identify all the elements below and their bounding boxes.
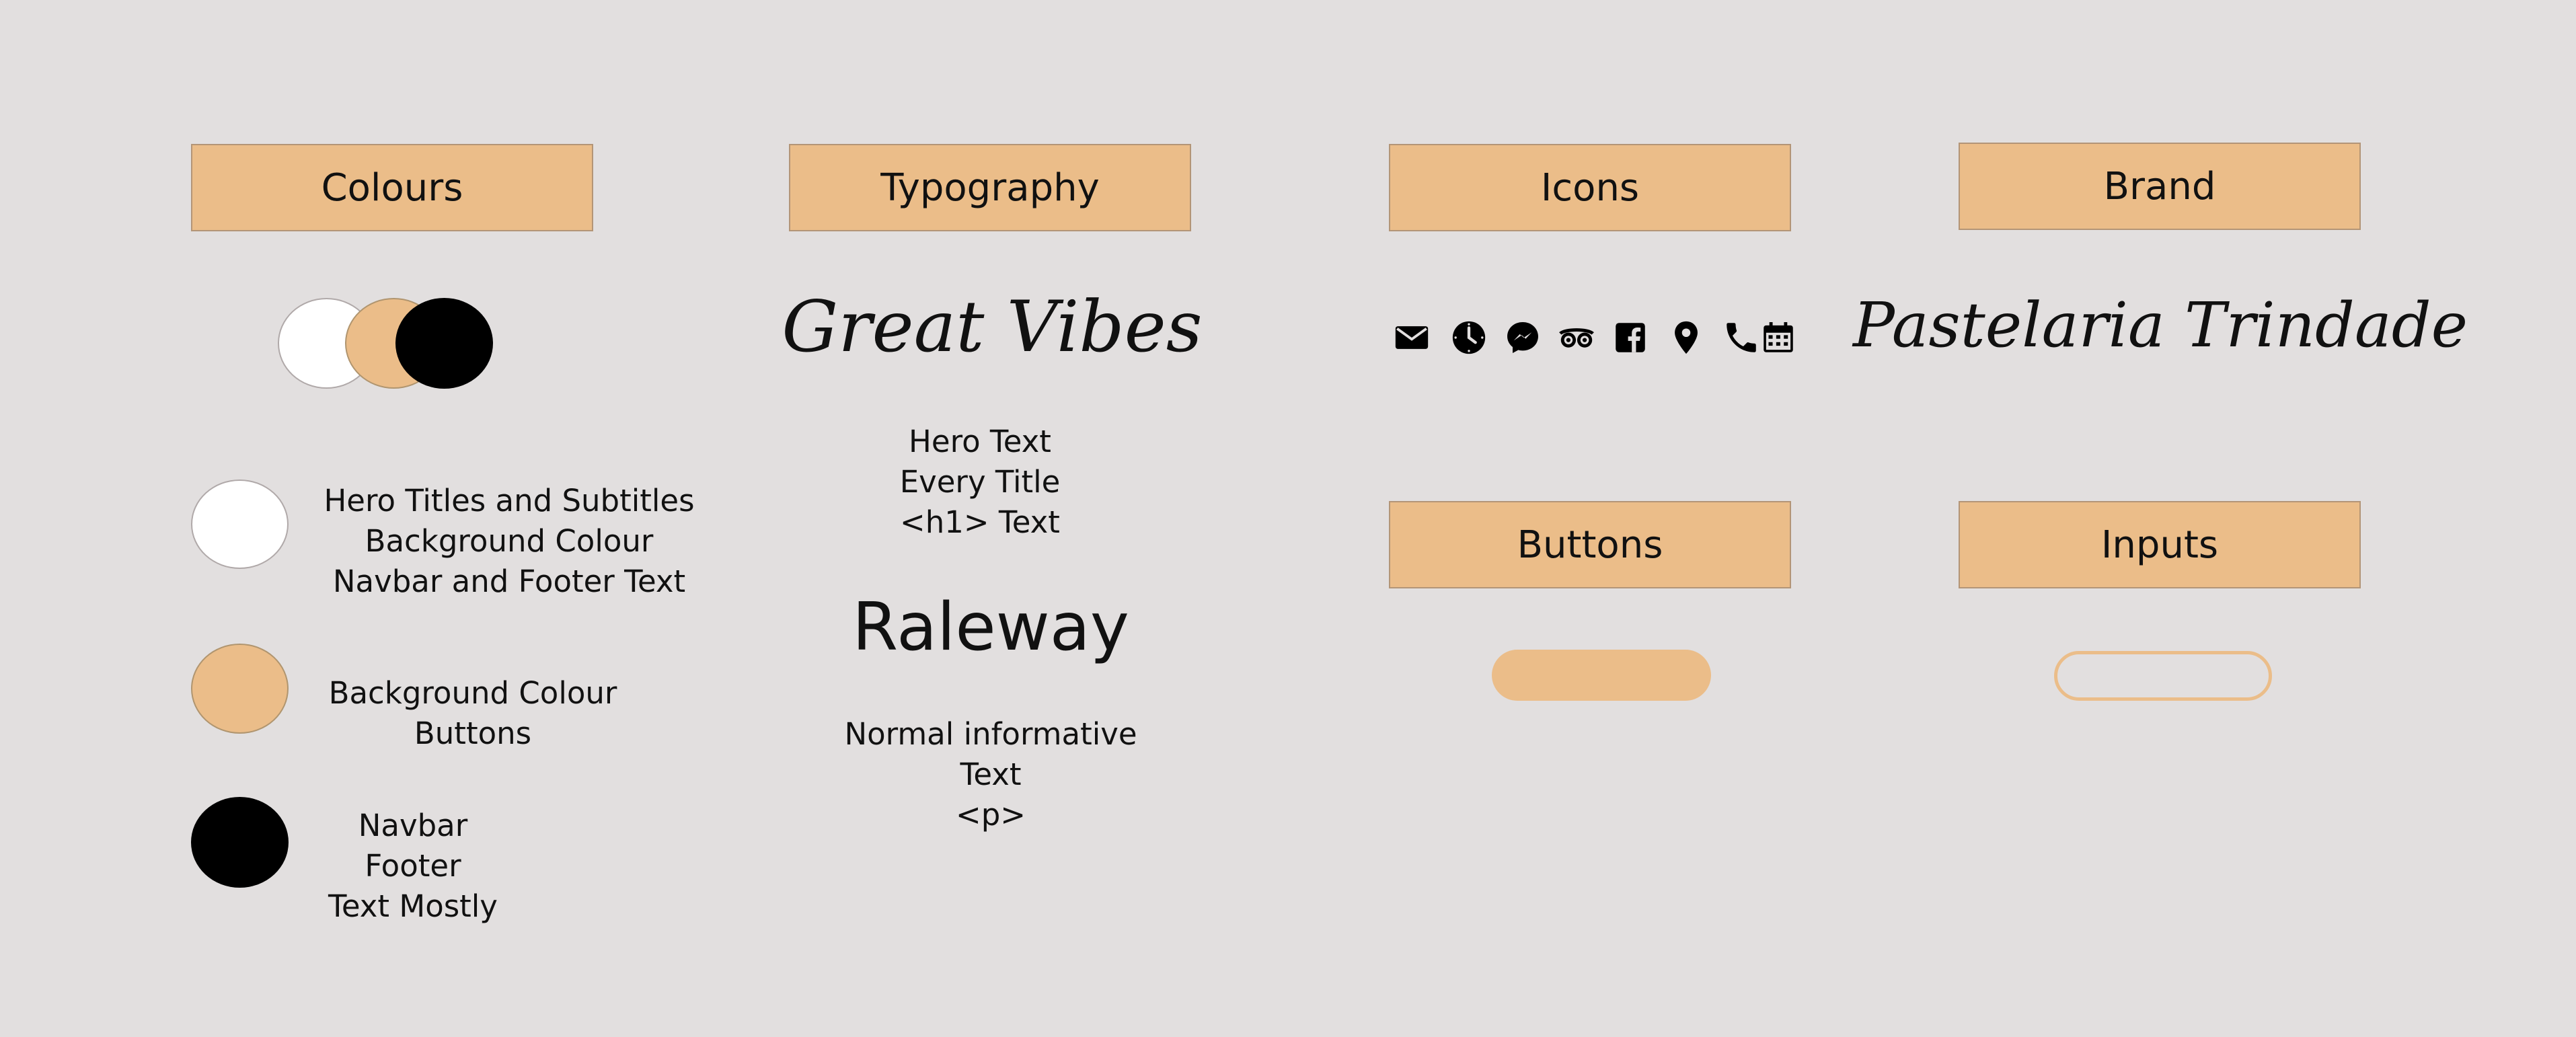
icons-header-label: Icons: [1540, 165, 1640, 210]
messenger-icon[interactable]: [1503, 316, 1542, 359]
mail-icon[interactable]: [1392, 316, 1431, 359]
buttons-header: Buttons: [1389, 501, 1791, 588]
icon-set: [1392, 316, 1796, 363]
script-usage-text: Hero Text Every Title <h1> Text: [900, 422, 1061, 543]
facebook-icon[interactable]: [1611, 316, 1650, 359]
body-usage-line: <p>: [956, 797, 1026, 833]
black-usage-line: Footer: [365, 848, 461, 884]
white-usage-line: Background Colour: [365, 523, 654, 559]
colours-header-label: Colours: [321, 165, 463, 210]
body-font-sample: Raleway: [852, 589, 1129, 666]
white-usage-text: Hero Titles and Subtitles Background Col…: [324, 481, 694, 602]
script-usage-line: Every Title: [899, 464, 1061, 500]
sample-input[interactable]: [2054, 651, 2272, 701]
tripadvisor-icon[interactable]: [1557, 316, 1596, 359]
phone-icon[interactable]: [1722, 316, 1761, 359]
script-usage-line: <h1> Text: [900, 504, 1060, 540]
buttons-header-label: Buttons: [1517, 523, 1663, 567]
body-usage-text: Normal informative Text <p>: [844, 714, 1137, 835]
colours-header: Colours: [191, 144, 593, 231]
black-usage-line: Navbar: [358, 808, 468, 843]
clock-icon[interactable]: [1449, 316, 1488, 359]
inputs-header-label: Inputs: [2100, 523, 2219, 567]
accent-usage-line: Background Colour: [328, 675, 617, 711]
inputs-header: Inputs: [1959, 501, 2361, 588]
calendar-icon[interactable]: [1759, 316, 1798, 359]
typography-header: Typography: [789, 144, 1191, 231]
typography-header-label: Typography: [880, 165, 1100, 210]
brand-header-label: Brand: [2103, 164, 2216, 208]
accent-usage-line: Buttons: [414, 716, 532, 751]
accent-usage-text: Background Colour Buttons: [329, 673, 617, 754]
accent-swatch: [191, 644, 289, 734]
script-font-sample: Great Vibes: [782, 286, 1203, 368]
body-usage-line: Normal informative: [844, 716, 1137, 752]
black-swatch: [191, 797, 289, 888]
black-usage-text: Navbar Footer Text Mostly: [328, 806, 498, 927]
palette-black-swatch: [395, 298, 493, 389]
white-usage-line: Navbar and Footer Text: [332, 564, 686, 599]
brand-name: Pastelaria Trindade: [1852, 289, 2468, 361]
body-usage-line: Text: [960, 757, 1022, 792]
script-usage-line: Hero Text: [909, 424, 1051, 459]
brand-header: Brand: [1959, 143, 2361, 230]
black-usage-line: Text Mostly: [328, 888, 498, 924]
white-usage-line: Hero Titles and Subtitles: [324, 483, 695, 518]
white-swatch: [191, 479, 289, 569]
location-pin-icon[interactable]: [1667, 316, 1706, 359]
icons-header: Icons: [1389, 144, 1791, 231]
sample-button[interactable]: [1492, 650, 1711, 701]
